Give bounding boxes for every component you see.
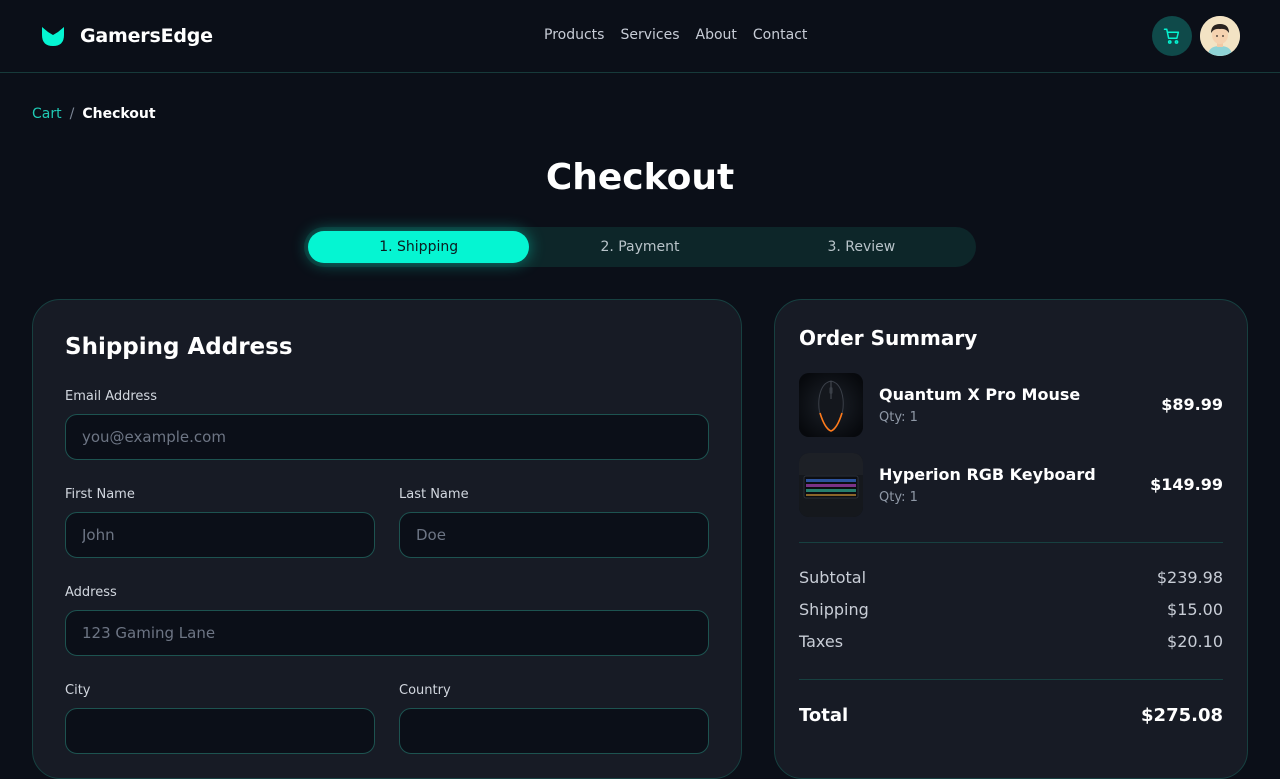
- shipping-row: Shipping $15.00: [799, 600, 1223, 619]
- nav-item-about[interactable]: About: [696, 27, 737, 43]
- total-label: Total: [799, 705, 849, 726]
- page-title: Checkout: [545, 157, 735, 198]
- total-row: Total $275.08: [799, 705, 1223, 726]
- brand[interactable]: GamersEdge: [40, 23, 213, 49]
- country-select[interactable]: [399, 708, 709, 754]
- step-shipping[interactable]: 1. Shipping: [308, 231, 530, 263]
- address-field[interactable]: [65, 610, 709, 656]
- total-value: $275.08: [1141, 705, 1223, 726]
- step-review[interactable]: 3. Review: [751, 231, 972, 263]
- cart-icon: [1163, 28, 1180, 44]
- first-name-field[interactable]: [65, 512, 375, 558]
- mouse-thumbnail-icon: [799, 373, 863, 437]
- taxes-value: $20.10: [1167, 632, 1223, 651]
- item-qty: Qty: 1: [879, 410, 918, 425]
- shipping-cost-value: $15.00: [1167, 600, 1223, 619]
- city-field[interactable]: [65, 708, 375, 754]
- brand-name: GamersEdge: [80, 25, 213, 47]
- avatar[interactable]: [1200, 16, 1240, 56]
- taxes-row: Taxes $20.10: [799, 632, 1223, 651]
- logo-icon: [42, 27, 64, 46]
- breadcrumb-current: Checkout: [82, 106, 156, 122]
- top-navbar: GamersEdge Products Services About Conta…: [0, 0, 1280, 73]
- nav-item-services[interactable]: Services: [620, 27, 679, 43]
- summary-divider: [799, 542, 1223, 543]
- item-price: $89.99: [1161, 395, 1223, 414]
- user-avatar-icon: [1200, 16, 1240, 56]
- shipping-address-card: Shipping Address Email Address First Nam…: [32, 299, 742, 779]
- order-summary-card: Order Summary Quantum X Pro Mouse Qty: 1…: [774, 299, 1248, 779]
- checkout-stepper: 1. Shipping 2. Payment 3. Review: [304, 227, 976, 267]
- breadcrumb-separator: /: [69, 106, 75, 122]
- last-name-field[interactable]: [399, 512, 709, 558]
- nav-item-contact[interactable]: Contact: [753, 27, 807, 43]
- item-price: $149.99: [1150, 475, 1223, 494]
- breadcrumb: Cart / Checkout: [32, 106, 156, 122]
- cart-button[interactable]: [1152, 16, 1192, 56]
- item-name: Hyperion RGB Keyboard: [879, 465, 1096, 484]
- first-name-label: First Name: [65, 487, 135, 502]
- order-summary-title: Order Summary: [799, 326, 978, 350]
- subtotal-row: Subtotal $239.98: [799, 568, 1223, 587]
- shipping-cost-label: Shipping: [799, 600, 869, 619]
- order-item: Hyperion RGB Keyboard Qty: 1 $149.99: [799, 453, 1223, 517]
- item-qty: Qty: 1: [879, 490, 918, 505]
- step-payment[interactable]: 2. Payment: [529, 231, 750, 263]
- order-item: Quantum X Pro Mouse Qty: 1 $89.99: [799, 373, 1223, 437]
- subtotal-label: Subtotal: [799, 568, 867, 587]
- breadcrumb-cart-link[interactable]: Cart: [32, 106, 62, 122]
- keyboard-thumbnail-icon: [799, 453, 863, 517]
- last-name-label: Last Name: [399, 487, 469, 502]
- taxes-label: Taxes: [799, 632, 844, 651]
- city-label: City: [65, 683, 91, 698]
- shipping-title: Shipping Address: [65, 334, 293, 360]
- summary-divider: [799, 679, 1223, 680]
- email-label: Email Address: [65, 389, 157, 404]
- address-label: Address: [65, 585, 117, 600]
- email-field[interactable]: [65, 414, 709, 460]
- nav-item-products[interactable]: Products: [544, 27, 604, 43]
- subtotal-value: $239.98: [1156, 568, 1223, 587]
- item-name: Quantum X Pro Mouse: [879, 385, 1081, 404]
- country-label: Country: [399, 683, 451, 698]
- main-nav: Products Services About Contact: [544, 27, 807, 43]
